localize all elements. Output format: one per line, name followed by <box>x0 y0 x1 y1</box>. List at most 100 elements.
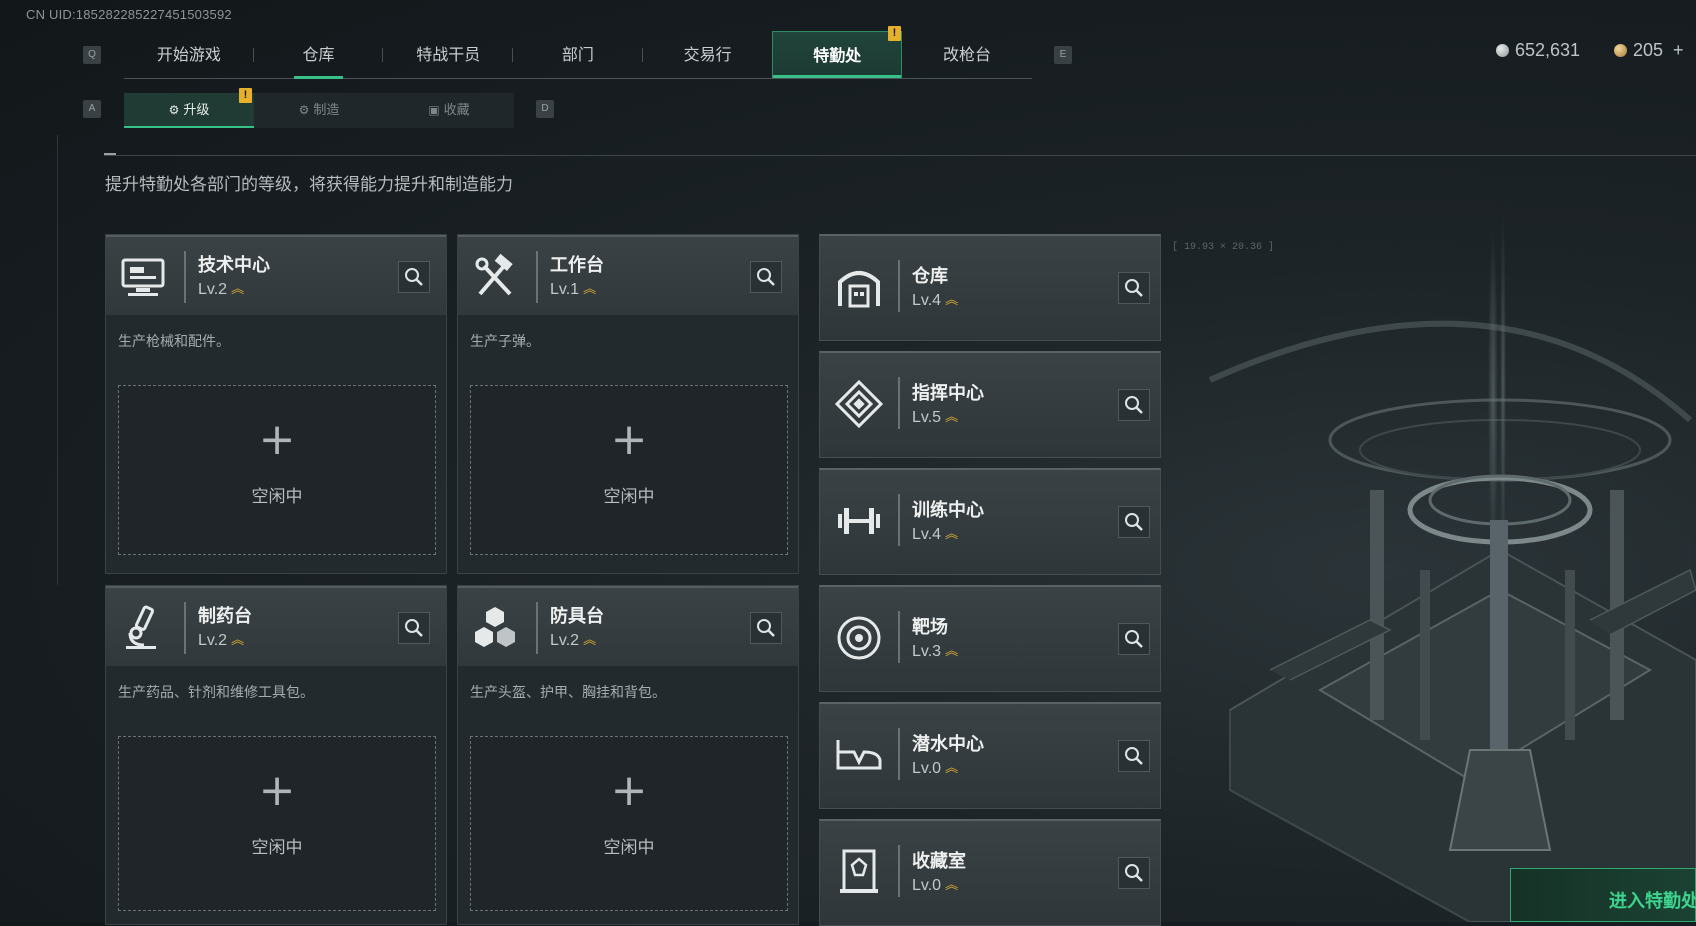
station-card-header: 工作台 Lv.1 ︽ <box>458 235 798 315</box>
sub-nav-tabs: ⚙ 升级 ⚙ 制造 ▣ 收藏 <box>124 93 514 128</box>
search-icon <box>757 268 775 286</box>
inspect-button[interactable] <box>398 612 430 644</box>
station-card-pharmacy[interactable]: 制药台 Lv.2 ︽ 生产药品、针剂和维修工具包。 + 空闲中 <box>105 585 447 925</box>
facility-card-diving-center[interactable]: 潜水中心 Lv.0 ︽ <box>819 702 1161 809</box>
station-level: Lv.2 ︽ <box>198 279 244 299</box>
production-slot[interactable]: + 空闲中 <box>118 385 436 555</box>
inspect-button[interactable] <box>398 261 430 293</box>
add-icon: + <box>610 414 648 465</box>
diving-mask-icon <box>836 740 882 770</box>
search-icon <box>1125 279 1143 297</box>
ticket-icon <box>1614 44 1627 57</box>
facility-card-shooting-range[interactable]: 靶场 Lv.3 ︽ <box>819 585 1161 692</box>
header-divider <box>536 602 538 654</box>
slot-status: 空闲中 <box>251 487 303 507</box>
currency-coins: 652,631 <box>1496 40 1580 61</box>
add-icon: + <box>610 765 648 816</box>
station-card-armor[interactable]: 防具台 Lv.2 ︽ 生产头盔、护甲、胸挂和背包。 + 空闲中 <box>457 585 799 925</box>
tab-start-game[interactable]: 开始游戏 <box>124 31 254 78</box>
inspect-button[interactable] <box>1118 506 1150 538</box>
prev-tab-key-hint: Q <box>83 46 101 64</box>
station-card-workbench[interactable]: 工作台 Lv.1 ︽ 生产子弹。 + 空闲中 <box>457 234 799 574</box>
subtab-collection[interactable]: ▣ 收藏 <box>384 93 514 128</box>
warehouse-icon <box>838 271 880 308</box>
station-card-header: 防具台 Lv.2 ︽ <box>458 586 798 666</box>
facility-card-command-center[interactable]: 指挥中心 Lv.5 ︽ <box>819 351 1161 458</box>
station-card-tech-center[interactable]: 技术中心 Lv.2 ︽ 生产枪械和配件。 + 空闲中 <box>105 234 447 574</box>
facility-level: Lv.0 ︽ <box>912 758 958 778</box>
search-icon <box>1125 396 1143 414</box>
station-title: 技术中心 <box>198 255 270 276</box>
facility-level: Lv.0 ︽ <box>912 875 958 895</box>
production-slot[interactable]: + 空闲中 <box>470 385 788 555</box>
station-level: Lv.2 ︽ <box>550 630 596 650</box>
header-divider <box>898 611 900 663</box>
coordinate-readout: [ 19.93 × 20.36 ] <box>1172 242 1275 253</box>
command-emblem-icon <box>834 379 884 429</box>
divider-mark <box>104 153 116 155</box>
craft-icon: ⚙ <box>298 103 310 117</box>
station-description: 生产枪械和配件。 <box>118 334 230 350</box>
tab-trade[interactable]: 交易行 <box>643 31 773 78</box>
monitor-icon <box>121 258 165 296</box>
enter-special-ops-button[interactable]: 进入特勤处 <box>1510 868 1696 922</box>
facility-title: 潜水中心 <box>912 734 984 755</box>
slot-status: 空闲中 <box>251 838 303 858</box>
upgrade-icon: ⚙ <box>168 103 180 117</box>
add-icon: + <box>258 414 296 465</box>
facility-title: 收藏室 <box>912 851 966 872</box>
upgrade-chevron-icon: ︽ <box>945 877 959 892</box>
target-icon <box>837 616 881 660</box>
inspect-button[interactable] <box>750 261 782 293</box>
search-icon <box>1125 747 1143 765</box>
facility-title: 指挥中心 <box>912 383 984 404</box>
upgrade-chevron-icon: ︽ <box>945 292 959 307</box>
inspect-button[interactable] <box>1118 740 1150 772</box>
station-title: 制药台 <box>198 606 252 627</box>
next-tab-key-hint: E <box>1054 46 1072 64</box>
station-description: 生产药品、针剂和维修工具包。 <box>118 685 314 701</box>
subtab-craft[interactable]: ⚙ 制造 <box>254 93 384 128</box>
tab-department[interactable]: 部门 <box>513 31 643 78</box>
search-icon <box>1125 630 1143 648</box>
inspect-button[interactable] <box>1118 857 1150 889</box>
add-currency-button[interactable]: + <box>1673 40 1684 61</box>
station-level: Lv.2 ︽ <box>198 630 244 650</box>
header-divider <box>898 377 900 429</box>
upgrade-chevron-icon: ︽ <box>945 760 959 775</box>
tab-warehouse[interactable]: 仓库 <box>254 31 384 79</box>
upgrade-chevron-icon: ︽ <box>231 632 245 647</box>
station-card-header: 技术中心 Lv.2 ︽ <box>106 235 446 315</box>
upgrade-chevron-icon: ︽ <box>945 409 959 424</box>
inspect-button[interactable] <box>1118 623 1150 655</box>
dumbbell-icon <box>838 508 880 534</box>
notification-badge: ! <box>888 26 901 41</box>
inspect-button[interactable] <box>750 612 782 644</box>
display-case-icon <box>840 849 878 893</box>
header-divider <box>184 251 186 303</box>
frame-line <box>57 135 58 585</box>
tab-operators[interactable]: 特战干员 <box>383 31 514 78</box>
divider <box>104 155 1696 156</box>
facility-title: 训练中心 <box>912 500 984 521</box>
inspect-button[interactable] <box>1118 272 1150 304</box>
microscope-icon <box>126 605 156 649</box>
inspect-button[interactable] <box>1118 389 1150 421</box>
facility-card-warehouse[interactable]: 仓库 Lv.4 ︽ <box>819 234 1161 341</box>
production-slot[interactable]: + 空闲中 <box>118 736 436 911</box>
slot-status: 空闲中 <box>603 838 655 858</box>
subtab-notification-badge: ! <box>239 88 252 103</box>
station-title: 工作台 <box>550 255 604 276</box>
subtab-upgrade[interactable]: ⚙ 升级 <box>124 93 254 128</box>
currency-tickets: 205 + <box>1614 40 1684 61</box>
header-divider <box>898 845 900 897</box>
facility-level: Lv.3 ︽ <box>912 641 958 661</box>
facility-card-collection-room[interactable]: 收藏室 Lv.0 ︽ <box>819 819 1161 926</box>
upgrade-chevron-icon: ︽ <box>945 643 959 658</box>
facility-card-training-center[interactable]: 训练中心 Lv.4 ︽ <box>819 468 1161 575</box>
production-slot[interactable]: + 空闲中 <box>470 736 788 911</box>
facility-title: 仓库 <box>912 266 948 287</box>
tab-gunsmith[interactable]: 改枪台 <box>902 31 1032 78</box>
station-description: 生产子弹。 <box>470 334 540 350</box>
tab-special-ops[interactable]: 特勤处 <box>772 31 903 78</box>
